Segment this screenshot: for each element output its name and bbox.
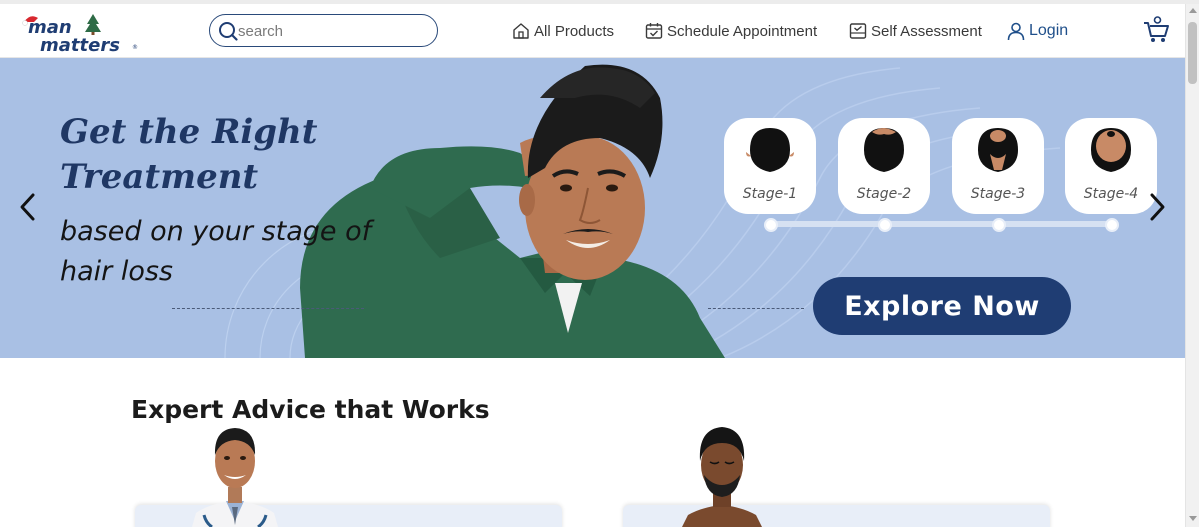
nav-schedule-appointment[interactable]: Schedule Appointment — [644, 18, 817, 44]
nav-login-label: Login — [1029, 22, 1069, 39]
page-scrollbar[interactable] — [1185, 4, 1199, 527]
dashed-divider — [172, 308, 364, 309]
site-header: man matters ® All Products Schedule Appo… — [0, 4, 1185, 58]
stage-track — [772, 221, 1112, 227]
chevron-right-icon[interactable] — [1143, 190, 1171, 224]
hair-stage-2-icon — [864, 128, 904, 172]
stage-card-3[interactable]: Stage-3 — [952, 118, 1044, 232]
chevron-left-icon[interactable] — [14, 190, 42, 224]
search-icon[interactable] — [218, 21, 238, 41]
user-icon — [1007, 22, 1025, 41]
search-box — [209, 14, 438, 47]
nav-schedule-label: Schedule Appointment — [667, 22, 818, 40]
cart-icon[interactable] — [1142, 16, 1170, 44]
stage-4-dot — [1105, 218, 1119, 232]
nav-all-products[interactable]: All Products — [511, 18, 614, 44]
svg-text:matters: matters — [40, 35, 120, 54]
doctor-photo — [192, 428, 278, 527]
stage-card-2[interactable]: Stage-2 — [838, 118, 930, 232]
hair-stage-4-icon — [1091, 128, 1131, 172]
hair-stage-1-icon — [746, 128, 794, 172]
stage-1-label: Stage-1 — [742, 186, 798, 202]
stage-2-label: Stage-2 — [856, 186, 912, 202]
calendar-icon — [645, 23, 663, 39]
brand-logo[interactable]: man matters ® — [22, 12, 142, 54]
stage-3-label: Stage-3 — [970, 186, 1026, 202]
stage-1-dot — [764, 218, 778, 232]
patient-photo — [682, 427, 762, 527]
search-input[interactable] — [238, 19, 428, 43]
scroll-thumb[interactable] — [1188, 22, 1197, 84]
hero-title: Get the Right Treatment — [60, 112, 318, 197]
hair-stage-3-icon — [978, 128, 1018, 172]
assessment-icon — [849, 23, 867, 39]
section-title: Expert Advice that Works — [131, 395, 490, 424]
hero-banner[interactable]: Get the Right Treatment based on your st… — [0, 58, 1185, 358]
nav-all-products-label: All Products — [534, 22, 615, 40]
nav-self-assessment-label: Self Assessment — [871, 22, 982, 40]
dashed-divider — [708, 308, 804, 309]
nav-self-assessment[interactable]: Self Assessment — [848, 18, 982, 44]
scroll-up-icon[interactable] — [1189, 8, 1197, 13]
scroll-down-icon[interactable] — [1189, 516, 1197, 521]
stage-3-dot — [992, 218, 1006, 232]
svg-text:®: ® — [132, 44, 138, 51]
explore-now-button[interactable]: Explore Now — [813, 277, 1071, 335]
stage-2-dot — [878, 218, 892, 232]
nav-login[interactable]: Login — [1006, 18, 1068, 44]
hero-subtitle: based on your stage of hair loss — [60, 216, 372, 287]
home-icon — [513, 23, 529, 39]
stage-card-1[interactable]: Stage-1 — [724, 118, 816, 232]
